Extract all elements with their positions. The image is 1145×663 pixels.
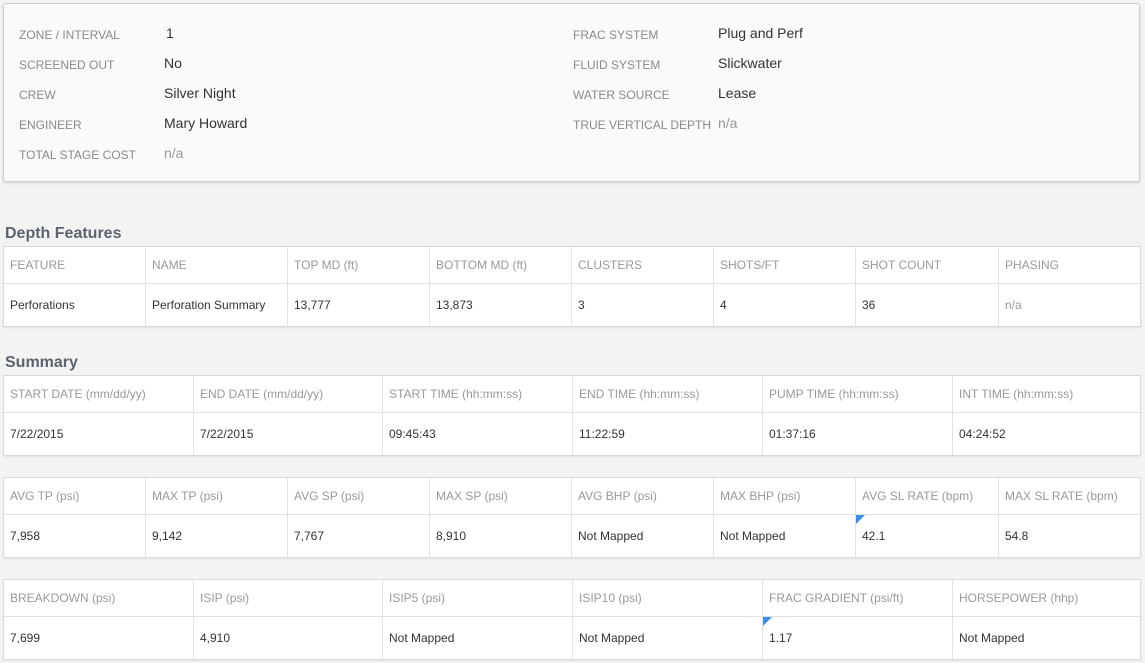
table-cell: 7/22/2015 [194,413,383,455]
column-header: FRAC GRADIENT (psi/ft) [763,580,953,616]
info-value: Silver Night [164,85,236,101]
info-label: WATER SOURCE [573,88,670,102]
column-header: ISIP10 (psi) [573,580,763,616]
table-row: Perforations Perforation Summary 13,777 … [4,284,1140,326]
table-cell: Not Mapped [573,617,763,659]
table-cell: Perforations [4,284,146,326]
cell-value: 1.17 [769,631,793,645]
comment-flag-icon[interactable] [763,617,772,626]
table-cell: 01:37:16 [763,413,953,455]
info-value: n/a [718,115,738,131]
table-cell: 3 [572,284,714,326]
table-cell: 7,699 [4,617,194,659]
column-header: FEATURE [4,247,146,283]
info-label: ZONE / INTERVAL [19,28,120,42]
summary-pressures-table: AVG TP (psi) MAX TP (psi) AVG SP (psi) M… [3,477,1141,558]
table-row: 7,699 4,910 Not Mapped Not Mapped 1.17 N… [4,617,1140,659]
table-header-row: BREAKDOWN (psi) ISIP (psi) ISIP5 (psi) I… [4,580,1140,617]
info-label: TRUE VERTICAL DEPTH [573,118,712,132]
column-header: PHASING [1005,258,1060,272]
column-header: MAX BHP (psi) [714,478,856,514]
info-value: 1 [166,25,174,41]
info-label: FRAC SYSTEM [573,28,659,42]
column-header: SHOT COUNT [856,247,999,283]
comment-flag-icon[interactable] [856,515,865,524]
table-cell: 7,958 [4,515,146,557]
info-value: Plug and Perf [718,25,803,41]
table-header-row: AVG TP (psi) MAX TP (psi) AVG SP (psi) M… [4,478,1140,515]
table-cell: 4 [714,284,856,326]
info-label: ENGINEER [19,118,82,132]
summary-title: Summary [5,354,78,371]
column-header: SHOTS/FT [714,247,856,283]
table-cell-flagged: 42.1 [856,515,999,557]
depth-features-title: Depth Features [5,225,122,242]
table-cell: Not Mapped [714,515,856,557]
column-header: BOTTOM MD (ft) [430,247,572,283]
table-cell: Not Mapped [383,617,573,659]
table-cell: 9,142 [146,515,288,557]
summary-fracture-table: BREAKDOWN (psi) ISIP (psi) ISIP5 (psi) I… [3,579,1141,660]
column-header: BREAKDOWN (psi) [4,580,194,616]
column-header: AVG BHP (psi) [572,478,714,514]
column-header: ISIP5 (psi) [383,580,573,616]
cell-value: 42.1 [862,529,886,543]
column-header: INT TIME (hh:mm:ss) [959,387,1074,401]
info-value: n/a [164,145,184,161]
column-header: NAME [146,247,288,283]
table-cell: 7/22/2015 [4,413,194,455]
table-cell: Not Mapped [572,515,714,557]
info-label: CREW [19,88,56,102]
table-cell: 8,910 [430,515,572,557]
column-header: PUMP TIME (hh:mm:ss) [763,376,953,412]
table-cell: 4,910 [194,617,383,659]
table-cell: Perforation Summary [146,284,288,326]
column-header: ISIP (psi) [194,580,383,616]
table-cell: 36 [856,284,999,326]
column-header: END DATE (mm/dd/yy) [194,376,383,412]
table-cell: n/a [1005,298,1022,312]
table-row: 7,958 9,142 7,767 8,910 Not Mapped Not M… [4,515,1140,557]
table-row: 7/22/2015 7/22/2015 09:45:43 11:22:59 01… [4,413,1140,455]
table-cell: 7,767 [288,515,430,557]
summary-times-table: START DATE (mm/dd/yy) END DATE (mm/dd/yy… [3,375,1141,456]
column-header: MAX TP (psi) [146,478,288,514]
info-label: SCREENED OUT [19,58,115,72]
column-header: TOP MD (ft) [288,247,430,283]
column-header: CLUSTERS [572,247,714,283]
info-value: Lease [718,85,757,101]
column-header: START DATE (mm/dd/yy) [4,376,194,412]
column-header: AVG TP (psi) [4,478,146,514]
info-label: TOTAL STAGE COST [19,148,136,162]
column-header: MAX SP (psi) [430,478,572,514]
info-value: Slickwater [718,55,782,71]
info-value: No [164,55,182,71]
table-header-row: FEATURE NAME TOP MD (ft) BOTTOM MD (ft) … [4,247,1140,284]
info-label: FLUID SYSTEM [573,58,661,72]
stage-info-card: ZONE / INTERVAL 1 SCREENED OUT No CREW S… [3,3,1140,182]
table-cell: 13,873 [430,284,572,326]
table-cell: 09:45:43 [383,413,573,455]
table-cell: 04:24:52 [959,427,1006,441]
table-cell: 11:22:59 [573,413,763,455]
table-cell: Not Mapped [959,631,1025,645]
table-header-row: START DATE (mm/dd/yy) END DATE (mm/dd/yy… [4,376,1140,413]
column-header: END TIME (hh:mm:ss) [573,376,763,412]
info-value: Mary Howard [164,115,248,131]
column-header: MAX SL RATE (bpm) [1005,489,1118,503]
column-header: AVG SP (psi) [288,478,430,514]
column-header: AVG SL RATE (bpm) [856,478,999,514]
table-cell: 54.8 [1005,529,1029,543]
table-cell-flagged: 1.17 [763,617,953,659]
depth-features-table: FEATURE NAME TOP MD (ft) BOTTOM MD (ft) … [3,246,1141,327]
table-cell: 13,777 [288,284,430,326]
column-header: HORSEPOWER (hhp) [959,591,1079,605]
column-header: START TIME (hh:mm:ss) [383,376,573,412]
